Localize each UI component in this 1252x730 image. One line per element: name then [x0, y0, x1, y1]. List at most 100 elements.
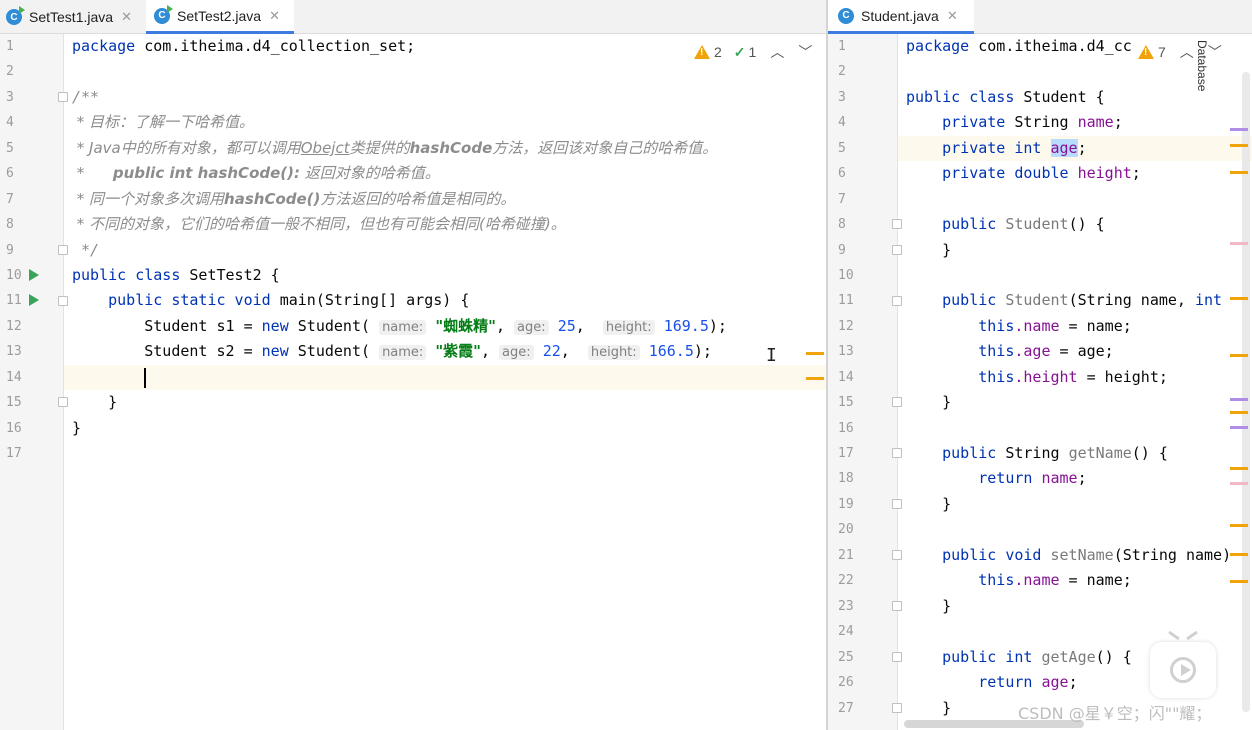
editor-right: C Student.java ✕ 1 2 3 4 5 6 7 8 9 10 11…: [828, 0, 1252, 730]
line-number: 9: [838, 243, 846, 258]
warning-marker[interactable]: [1230, 524, 1248, 527]
comment: hashCode: [409, 139, 493, 157]
line-number: 7: [838, 192, 846, 207]
warning-marker[interactable]: [1230, 580, 1248, 583]
error-stripe-marker[interactable]: [1230, 482, 1248, 485]
field: name: [1041, 469, 1078, 487]
comment: 方法返回的哈希值是相同的。: [320, 190, 516, 208]
number-literal: 25: [557, 317, 576, 335]
line-number: 14: [6, 370, 22, 385]
java-class-icon: C: [838, 7, 854, 24]
code-text: () {: [1131, 444, 1168, 462]
param-hint: name:: [379, 345, 427, 360]
tab-label: SetTest2.java: [177, 7, 262, 24]
left-tab-bar: C SetTest1.java ✕ C SetTest2.java ✕: [0, 0, 826, 34]
code-text: ;: [1077, 469, 1087, 487]
comment: public int hashCode():: [112, 164, 300, 182]
comment: */: [72, 241, 100, 259]
method-decl: main(String[] args) {: [270, 291, 470, 309]
close-icon[interactable]: ✕: [947, 8, 958, 24]
line-number: 16: [6, 421, 22, 436]
current-line: private int age;: [898, 136, 1252, 161]
code-line: * 目标：了解一下哈希值。: [64, 110, 826, 135]
param-hint: age:: [514, 320, 549, 335]
code-text: = name;: [1059, 317, 1132, 335]
current-line[interactable]: [64, 365, 826, 390]
code-text: ;: [1077, 139, 1087, 157]
code-text: = height;: [1077, 368, 1168, 386]
close-icon[interactable]: ✕: [121, 9, 132, 25]
comment: * 不同的对象，它们的哈希值一般不相同，但也有可能会相同(哈希碰撞)。: [72, 215, 566, 233]
run-icon[interactable]: [29, 294, 39, 306]
warning-marker[interactable]: [1230, 467, 1248, 470]
warning-icon: [1138, 45, 1154, 59]
run-icon[interactable]: [29, 269, 39, 281]
tab-settest1[interactable]: C SetTest1.java ✕: [4, 0, 142, 34]
keyword: new: [261, 342, 289, 360]
code-text: }: [72, 419, 82, 437]
code-line: public class SetTest2 {: [64, 263, 826, 288]
code-line: public void setName(String name): [898, 543, 1252, 568]
line-number: 2: [6, 64, 14, 79]
keyword: private int: [906, 139, 1051, 157]
package-name: com.itheima.d4_collection_set;: [135, 37, 416, 55]
comment: hashCode(): [224, 190, 321, 208]
line-number: 13: [838, 344, 854, 359]
chevron-down-icon[interactable]: ﹀: [1208, 42, 1222, 62]
warning-marker[interactable]: [1230, 144, 1248, 147]
java-class-icon: C: [6, 6, 25, 25]
warning-marker[interactable]: [806, 352, 824, 355]
comment: 方法，返回该对象自己的哈希值。: [492, 139, 718, 157]
error-stripe-marker[interactable]: [1230, 242, 1248, 245]
line-number: 3: [6, 90, 14, 105]
chevron-up-icon[interactable]: ︿: [1180, 42, 1194, 62]
package-name: com.itheima.d4_cc: [969, 37, 1132, 55]
tab-student[interactable]: C Student.java ✕: [828, 0, 974, 34]
warning-marker[interactable]: [1230, 411, 1248, 414]
left-code-area[interactable]: package com.itheima.d4_collection_set; /…: [64, 34, 826, 730]
warning-marker[interactable]: [806, 377, 824, 380]
code-line: * 不同的对象，它们的哈希值一般不相同，但也有可能会相同(哈希碰撞)。: [64, 212, 826, 237]
keyword: new: [261, 317, 289, 335]
tab-label: Student.java: [861, 7, 939, 24]
code-text: }: [906, 241, 952, 259]
code-line: this.age = age;: [898, 339, 1252, 364]
param-hint: height:: [602, 320, 655, 335]
warning-marker[interactable]: [1230, 553, 1248, 556]
line-number: 27: [838, 701, 854, 716]
line-number: 24: [838, 624, 854, 639]
error-stripe-marker[interactable]: [1230, 426, 1248, 429]
keyword: private: [906, 113, 1006, 131]
code-line: package com.itheima.d4_collection_set;: [64, 34, 826, 59]
close-icon[interactable]: ✕: [269, 8, 280, 24]
vertical-scrollbar[interactable]: [1242, 72, 1250, 712]
code-line: this.name = name;: [898, 314, 1252, 339]
param-hint: height:: [587, 345, 640, 360]
constructor: Student: [996, 291, 1069, 309]
error-stripe-marker[interactable]: [1230, 398, 1248, 401]
warning-marker[interactable]: [1230, 354, 1248, 357]
ibeam-cursor-icon: I: [766, 345, 777, 366]
keyword: this: [906, 571, 1015, 589]
right-gutter: 1 2 3 4 5 6 7 8 9 10 11 12 13 14 15 16 1…: [828, 34, 902, 730]
comment: * 目标：了解一下哈希值。: [72, 113, 255, 131]
right-code-area[interactable]: package com.itheima.d4_cc public class S…: [898, 34, 1252, 730]
number-literal: 22: [542, 342, 561, 360]
error-stripe-marker[interactable]: [1230, 128, 1248, 131]
code-line: }: [64, 390, 826, 415]
keyword: int: [1195, 291, 1223, 309]
warning-marker[interactable]: [1230, 297, 1248, 300]
line-number: 6: [6, 166, 14, 181]
database-tool-label[interactable]: Database: [1195, 40, 1209, 91]
code-text: () {: [1095, 648, 1132, 666]
tab-settest2[interactable]: C SetTest2.java ✕: [146, 0, 294, 34]
keyword: public: [906, 291, 997, 309]
keyword: package: [72, 37, 136, 55]
line-number: 2: [838, 64, 846, 79]
line-number: 5: [838, 141, 846, 156]
line-number: 8: [838, 217, 846, 232]
warning-marker[interactable]: [1230, 171, 1248, 174]
code-text: ,: [495, 317, 506, 335]
line-number: 11: [6, 293, 22, 308]
